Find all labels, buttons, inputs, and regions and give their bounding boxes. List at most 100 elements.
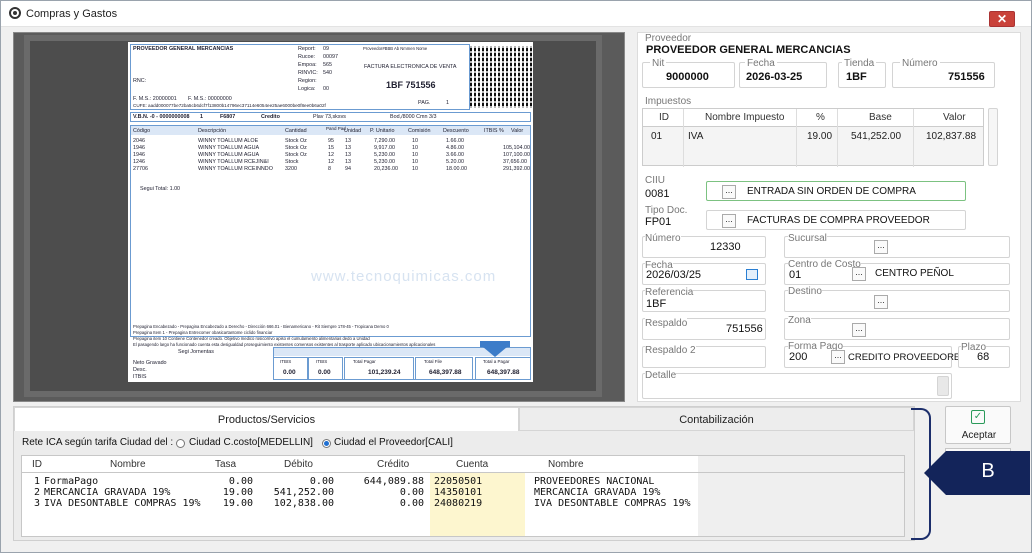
doc-row-desc2: 3.66.00	[446, 152, 464, 158]
aceptar-button[interactable]: ✓ Aceptar	[945, 406, 1011, 444]
impuestos-grid[interactable]: ID Nombre Impuesto % Base Valor 01 IVA 1…	[642, 108, 984, 167]
acc-col-id: ID	[32, 459, 42, 470]
fecha-field[interactable]: 2026-03-25	[746, 71, 802, 83]
formapago-lookup-button[interactable]: ...	[831, 350, 845, 364]
doc-row-desc: WINNY TOALLUM AGUA	[198, 145, 260, 151]
doc-rinvic: 540	[323, 70, 332, 76]
detail-area: Productos/Servicios Contabilización Rete…	[13, 406, 915, 541]
col-pand: Pand Pad	[326, 126, 346, 131]
radio-ciudad-proveedor[interactable]	[322, 439, 331, 448]
tab-contabilizacion[interactable]: Contabilización	[519, 407, 914, 431]
accounting-table[interactable]: ID Nombre Tasa Débito Crédito Cuenta Nom…	[21, 455, 905, 537]
doc-rucoe-label: Rucoe:	[298, 54, 316, 60]
sucursal-lookup-button[interactable]: ...	[874, 240, 888, 254]
fecha2-field[interactable]: 2026/03/25	[646, 269, 701, 281]
respaldo-label: Respaldo	[645, 318, 688, 329]
imp-col-valor: Valor	[943, 112, 966, 123]
detalle-field[interactable]	[642, 373, 952, 399]
doc-fms2: F. M.S.: 00000000	[188, 96, 232, 102]
acc-row-tasa: 19.00	[222, 498, 253, 509]
ciiu-label: CIIU	[645, 175, 665, 186]
doc-logica-label: Logica:	[298, 86, 316, 92]
tipodoc-label: Tipo Doc.	[645, 205, 688, 216]
numero2-field[interactable]: 12330	[710, 241, 741, 253]
doc-row-cant: 3200	[285, 166, 297, 172]
doc-plan: Plav 73,sksvs	[313, 114, 346, 120]
imp-sep-1	[683, 109, 684, 167]
proveedor-field[interactable]: PROVEEDOR GENERAL MERCANCIAS	[646, 44, 851, 56]
rete-ica-label: Rete ICA según tarifa Ciudad del :	[22, 437, 174, 448]
radio-ciudad-proveedor-label[interactable]: Ciudad el Proveedor[CALI]	[334, 437, 453, 448]
imp-row-valor: 102,837.88	[926, 131, 977, 142]
calendar-icon[interactable]	[746, 269, 758, 280]
doc-empoa: 565	[323, 62, 332, 68]
numero-field[interactable]: 751556	[948, 71, 985, 83]
zona-field[interactable]	[784, 318, 1010, 340]
doc-row-pu: 20,236.00	[374, 166, 398, 172]
zona-label: Zona	[788, 315, 811, 326]
destino-lookup-button[interactable]: ...	[874, 295, 888, 309]
tipodoc-lookup-button[interactable]: ...	[722, 214, 736, 228]
acc-col-debito: Débito	[284, 459, 313, 470]
ccosto-code[interactable]: 01	[789, 269, 801, 281]
doc-row-cant: Stock Oz	[285, 145, 307, 151]
imp-col-id: ID	[659, 112, 669, 123]
doc-row-p: 95	[328, 138, 334, 144]
imp-row-pct: 19.00	[807, 131, 833, 142]
doc-row-u: 94	[345, 166, 351, 172]
doc-row-val: 291,392.00	[503, 166, 530, 172]
zona-lookup-button[interactable]: ...	[852, 323, 866, 337]
doc-row-code: 1946	[133, 145, 145, 151]
acc-row-debito: 102,838.00	[273, 498, 334, 509]
col-itbis: ITBIS %	[484, 128, 504, 134]
imp-col-name: Nombre Impuesto	[705, 112, 785, 123]
tot-a: 0.00	[283, 369, 296, 376]
doc-row-pu: 7,290.00	[374, 138, 395, 144]
tienda-field[interactable]: 1BF	[846, 71, 867, 83]
detalle-scrollbar[interactable]	[937, 376, 949, 396]
ccosto-lookup-button[interactable]: ...	[852, 267, 866, 281]
ccosto-desc: CENTRO PEÑOL	[875, 268, 954, 279]
radio-ciudad-ccosto[interactable]	[176, 439, 185, 448]
doc-row-val: 37,656.00	[503, 159, 527, 165]
numero2-label: Número	[645, 233, 681, 244]
doc-footer2: Prepagina Item 1 - Prepagina Entrecomer …	[133, 330, 273, 335]
title-bar: Compras y Gastos ✕	[1, 1, 1031, 27]
impuestos-scrollbar[interactable]	[988, 108, 998, 166]
doc-footer1: Prepagina Encabezado - Prepagina Encabez…	[133, 324, 389, 329]
qr-pattern	[470, 46, 532, 108]
tipodoc-code[interactable]: FP01	[645, 216, 671, 228]
imp-col-pct: %	[816, 112, 825, 123]
radio-ciudad-ccosto-label[interactable]: Ciudad C.costo[MEDELLIN]	[189, 437, 313, 448]
acc-row-id: 3	[34, 498, 41, 509]
close-button[interactable]: ✕	[989, 11, 1015, 27]
acc-row-debito: 541,252.00	[273, 487, 334, 498]
doc-row-pu: 9,917.00	[374, 145, 395, 151]
formapago-desc: CREDITO PROVEEDORES	[848, 352, 967, 363]
doc-row-code: 27706	[133, 166, 148, 172]
invoice-document: PROVEEDOR GENERAL MERCANCIAS Report: 09 …	[128, 42, 533, 382]
tab-productos[interactable]: Productos/Servicios	[14, 407, 519, 431]
referencia-field[interactable]: 1BF	[646, 298, 666, 310]
acc-row-cuenta: 24080219	[434, 498, 483, 509]
doc-rinvic-label: RINVIC:	[298, 70, 318, 76]
plazo-field[interactable]: 68	[977, 351, 989, 363]
doc-credito: Credito	[261, 114, 280, 120]
formapago-code[interactable]: 200	[789, 351, 807, 363]
doc-page: 1	[446, 100, 449, 106]
respaldo-field[interactable]: 751556	[726, 323, 763, 335]
doc-rnc: RNC:	[133, 78, 147, 84]
doc-row-p: 12	[328, 152, 334, 158]
doc-row-desc: WINNY TOALLUM RCEJIN&I	[198, 159, 269, 165]
doc-row-desc2: 4.86.00	[446, 145, 464, 151]
doc-row-code: 1946	[133, 152, 145, 158]
doc-row-val: 107,100.00	[503, 152, 530, 158]
nit-field[interactable]: 9000000	[666, 71, 709, 83]
ciiu-code[interactable]: 0081	[645, 188, 669, 200]
doc-neto: Neto Gravado	[133, 360, 167, 366]
acc-col-cuenta: Cuenta	[456, 459, 489, 470]
doc-row-cant: Stock	[285, 159, 299, 165]
referencia-label: Referencia	[645, 287, 694, 298]
ciiu-lookup-button[interactable]: ...	[722, 185, 736, 199]
doc-row-com: 10	[412, 159, 418, 165]
